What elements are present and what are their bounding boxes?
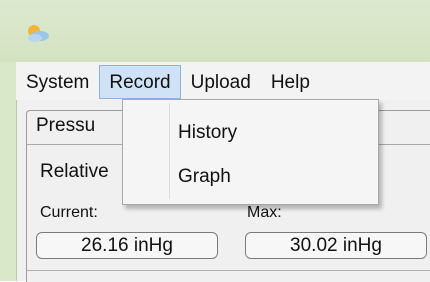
panel-bottom-divider (26, 270, 430, 271)
menu-icon-gutter (169, 103, 170, 199)
menu-record[interactable]: Record (99, 65, 181, 99)
app-window: System Record Upload Help Pressu Relativ… (0, 0, 430, 282)
menu-system[interactable]: System (16, 65, 99, 99)
menu-help[interactable]: Help (261, 65, 320, 99)
menu-bar: System Record Upload Help (16, 62, 430, 100)
menu-upload[interactable]: Upload (181, 65, 261, 99)
current-label: Current: (40, 204, 98, 221)
menu-item-graph[interactable]: Graph (178, 166, 231, 188)
max-pressure-field: 30.02 inHg (245, 232, 427, 259)
current-pressure-field: 26.16 inHg (36, 232, 218, 259)
relative-label: Relative (40, 161, 109, 182)
weather-app-icon (28, 25, 49, 42)
menu-item-history[interactable]: History (178, 122, 237, 144)
tab-pressure[interactable]: Pressu (36, 115, 95, 137)
title-bar[interactable] (0, 0, 430, 62)
record-dropdown-menu: History Graph (122, 99, 379, 205)
max-label: Max: (247, 204, 282, 221)
